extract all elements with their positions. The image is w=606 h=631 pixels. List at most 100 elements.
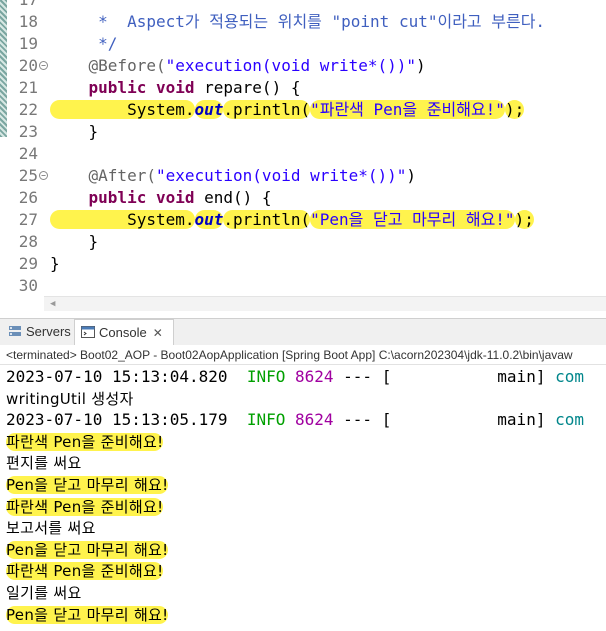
code-text: @Before("execution(void write*())") bbox=[50, 55, 426, 77]
line-number: 24 bbox=[18, 144, 38, 163]
code-token: "Pen을 닫고 마무리 해요!" bbox=[310, 210, 515, 229]
code-line: 25− @After("execution(void write*())") bbox=[0, 165, 606, 187]
code-token: System. bbox=[50, 210, 195, 229]
line-number: 21 bbox=[18, 78, 38, 97]
log-thread: main] bbox=[391, 410, 556, 430]
code-token: .println( bbox=[223, 100, 311, 119]
line-number: 20 bbox=[18, 56, 38, 75]
line-number: 29 bbox=[18, 254, 38, 273]
log-separator: --- [ bbox=[333, 410, 392, 430]
code-token: out bbox=[194, 100, 224, 119]
code-token: ) bbox=[416, 56, 426, 75]
code-token: .println( bbox=[223, 210, 311, 229]
code-line: 24 bbox=[0, 143, 606, 165]
fold-collapse-icon[interactable]: − bbox=[39, 171, 48, 180]
code-token: } bbox=[50, 232, 99, 251]
line-number: 22 bbox=[18, 100, 38, 119]
line-number: 30 bbox=[18, 276, 38, 295]
code-token: void bbox=[155, 188, 195, 207]
code-text: public void repare() { bbox=[50, 77, 301, 99]
console-icon bbox=[81, 321, 95, 347]
code-token: "파란색 Pen을 준비해요!" bbox=[310, 100, 505, 119]
console-text: 파란색 Pen을 준비해요! bbox=[6, 562, 164, 581]
code-text: } bbox=[50, 253, 60, 275]
scroll-left-icon[interactable]: ◀ bbox=[50, 299, 55, 309]
horizontal-scrollbar[interactable]: ◀ bbox=[44, 296, 606, 311]
code-line: 18 * Aspect가 적용되는 위치를 "point cut"이라고 부른다… bbox=[0, 11, 606, 33]
console-text: Pen을 닫고 마무리 해요! bbox=[6, 476, 169, 494]
line-number: 28 bbox=[18, 232, 38, 251]
log-level: INFO bbox=[246, 367, 286, 386]
tab-servers-label: Servers bbox=[26, 324, 71, 339]
console-line: Pen을 닫고 마무리 해요! bbox=[6, 604, 169, 626]
code-text: */ bbox=[50, 33, 117, 55]
console-line: Pen을 닫고 마무리 해요! bbox=[6, 474, 169, 496]
code-line: 22 System.out.println("파란색 Pen을 준비해요!"); bbox=[0, 99, 606, 121]
console-line: 2023-07-10 15:13:05.179 INFO 8624 --- [ … bbox=[6, 409, 584, 431]
log-pid: 8624 bbox=[295, 367, 334, 386]
log-logger: com bbox=[555, 410, 584, 430]
code-token: "execution(void write*())" bbox=[165, 56, 417, 75]
console-line: 파란색 Pen을 준비해요! bbox=[6, 560, 164, 582]
log-pid: 8624 bbox=[295, 410, 334, 430]
console-text: Pen을 닫고 마무리 해요! bbox=[6, 540, 169, 559]
code-text: public void end() { bbox=[50, 187, 272, 209]
code-token: ) bbox=[406, 166, 417, 185]
code-token: System. bbox=[50, 100, 195, 119]
code-line: 26 public void end() { bbox=[0, 187, 606, 209]
code-editor[interactable]: 1718 * Aspect가 적용되는 위치를 "point cut"이라고 부… bbox=[0, 0, 606, 314]
console-line: 파란색 Pen을 준비해요! bbox=[6, 431, 164, 453]
code-line: 28 } bbox=[0, 231, 606, 253]
code-token: ); bbox=[514, 210, 534, 229]
code-line: 27 System.out.println("Pen을 닫고 마무리 해요!")… bbox=[0, 209, 606, 231]
code-token: public bbox=[88, 78, 147, 97]
tab-console-label: Console bbox=[99, 325, 147, 340]
console-text: 파란색 Pen을 준비해요! bbox=[6, 497, 164, 516]
line-number: 23 bbox=[18, 122, 38, 141]
console-status: <terminated> Boot02_AOP - Boot02AopAppli… bbox=[0, 345, 606, 365]
code-token: repare() { bbox=[194, 78, 301, 97]
console-line: 편지를 써요 bbox=[6, 452, 82, 474]
line-number: 25 bbox=[18, 166, 38, 185]
console-text: writingUtil 생성자 bbox=[6, 389, 134, 408]
tab-console[interactable]: Console ✕ bbox=[74, 319, 174, 346]
code-token: public bbox=[88, 188, 147, 207]
code-token: @After( bbox=[50, 166, 156, 185]
code-text: System.out.println("파란색 Pen을 준비해요!"); bbox=[50, 99, 525, 121]
log-level: INFO bbox=[246, 410, 286, 430]
console-output[interactable]: 2023-07-10 15:13:04.820 INFO 8624 --- [ … bbox=[0, 365, 606, 631]
log-timestamp: 2023-07-10 15:13:05.179 bbox=[6, 410, 247, 430]
console-line: writingUtil 생성자 bbox=[6, 388, 134, 410]
console-line: 보고서를 써요 bbox=[6, 517, 96, 539]
code-text: } bbox=[50, 121, 99, 143]
console-line: 일기를 써요 bbox=[6, 582, 82, 604]
view-tab-bar: Servers Console ✕ bbox=[0, 318, 606, 346]
servers-icon bbox=[8, 320, 22, 346]
code-line: 20− @Before("execution(void write*())") bbox=[0, 55, 606, 77]
console-text: 보고서를 써요 bbox=[6, 519, 96, 538]
console-line: Pen을 닫고 마무리 해요! bbox=[6, 539, 169, 561]
code-line: 19 */ bbox=[0, 33, 606, 55]
code-token: } bbox=[50, 254, 60, 273]
code-line: 23 } bbox=[0, 121, 606, 143]
close-icon[interactable]: ✕ bbox=[153, 320, 163, 346]
log-separator: --- [ bbox=[333, 367, 392, 386]
code-token: * Aspect가 적용되는 위치를 "point cut"이라고 부른다. bbox=[50, 12, 546, 31]
tab-servers[interactable]: Servers bbox=[4, 319, 76, 345]
code-token: "execution(void write*())" bbox=[155, 166, 407, 185]
fold-collapse-icon[interactable]: − bbox=[39, 61, 48, 70]
code-line: 29} bbox=[0, 253, 606, 275]
line-number: 26 bbox=[18, 188, 38, 207]
code-line: 17 bbox=[0, 0, 606, 11]
console-text: 편지를 써요 bbox=[6, 454, 82, 473]
log-space bbox=[285, 367, 295, 386]
code-text: System.out.println("Pen을 닫고 마무리 해요!"); bbox=[50, 209, 534, 231]
code-line: 21 public void repare() { bbox=[0, 77, 606, 99]
log-space bbox=[285, 410, 295, 429]
log-logger: com bbox=[555, 367, 584, 386]
code-line: 30 bbox=[0, 275, 606, 297]
console-line: 2023-07-10 15:13:04.820 INFO 8624 --- [ … bbox=[6, 366, 584, 388]
